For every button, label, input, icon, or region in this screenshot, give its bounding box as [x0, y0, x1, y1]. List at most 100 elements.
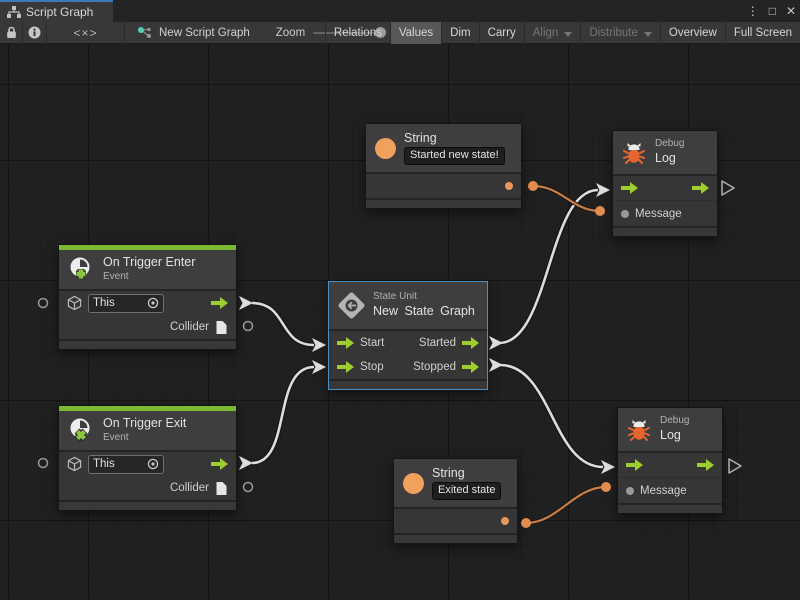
code-view-button[interactable]: <×>	[47, 22, 125, 44]
bug-icon	[622, 141, 646, 165]
flow-input-port[interactable]	[337, 361, 354, 373]
node-body: This Collider	[59, 450, 236, 500]
message-input-port[interactable]	[621, 210, 629, 218]
overview-button[interactable]: Overview	[660, 22, 725, 44]
maximize-icon[interactable]: □	[769, 0, 776, 22]
flow-output-port[interactable]	[697, 459, 714, 471]
gameobject-cube-icon	[67, 295, 82, 311]
node-title: New State Graph	[373, 304, 475, 320]
gameobject-cube-icon	[67, 456, 82, 472]
node-debug-log-bottom[interactable]: Debug Log Message	[617, 407, 723, 514]
fullscreen-label: Full Screen	[734, 27, 792, 39]
target-value: This	[93, 458, 115, 470]
target-object-field[interactable]: This	[88, 455, 164, 474]
node-header: String Exited state	[394, 459, 517, 507]
tab-bar: Script Graph ⋮ □ ✕	[0, 0, 800, 22]
align-label: Align	[533, 27, 559, 39]
port-label: Started	[419, 337, 456, 349]
string-value-field[interactable]: Started new state!	[404, 147, 505, 165]
target-value: This	[93, 297, 115, 309]
flow-input-port[interactable]	[621, 182, 638, 194]
flow-output-port[interactable]	[211, 297, 228, 309]
node-on-trigger-exit[interactable]: On Trigger Exit Event This	[58, 405, 237, 511]
node-subtitle: Event	[103, 432, 186, 445]
fullscreen-button[interactable]: Full Screen	[725, 22, 800, 44]
lock-icon	[6, 26, 17, 39]
node-string-bottom[interactable]: String Exited state	[393, 458, 518, 544]
lock-button[interactable]	[0, 22, 23, 44]
flow-output-port[interactable]	[692, 182, 709, 194]
string-output-port[interactable]	[501, 517, 509, 525]
string-literal-icon	[403, 473, 424, 494]
flow-input-port[interactable]	[337, 337, 354, 349]
hierarchy-icon	[7, 6, 21, 19]
node-footer	[394, 533, 517, 543]
collider-document-icon[interactable]	[215, 481, 228, 496]
info-button[interactable]	[23, 22, 47, 44]
flow-input-port[interactable]	[626, 459, 643, 471]
align-dropdown[interactable]: Align	[524, 22, 581, 44]
relations-label: Relations	[334, 27, 382, 39]
active-tab-indicator	[0, 0, 113, 2]
values-toggle[interactable]: Values	[390, 22, 441, 44]
port-label: Start	[360, 337, 384, 349]
wire-string-to-message-bottom	[526, 487, 606, 523]
tab-title: Script Graph	[26, 5, 93, 19]
node-header: On Trigger Enter Event	[59, 250, 236, 289]
node-debug-log-top[interactable]: Debug Log Message	[612, 130, 718, 237]
string-output-port[interactable]	[505, 182, 513, 190]
node-title: Log	[655, 151, 684, 167]
unconnected-flow-ports[interactable]	[722, 181, 741, 473]
port-label: Message	[635, 208, 682, 220]
relations-toggle[interactable]: Relations	[325, 22, 390, 44]
graph-toolbar: <×> New Script Graph Zoom 1x Relations V…	[0, 22, 800, 44]
string-value-field[interactable]: Exited state	[432, 482, 501, 500]
graph-icon	[137, 26, 153, 40]
node-string-top[interactable]: String Started new state!	[365, 123, 522, 209]
graph-canvas[interactable]: String Started new state!	[0, 44, 800, 600]
node-context: State Unit	[373, 291, 475, 304]
node-header: On Trigger Exit Event	[59, 411, 236, 450]
wire-stopped-to-log	[500, 365, 603, 467]
flow-output-port[interactable]	[462, 361, 479, 373]
node-state-unit[interactable]: State Unit New State Graph Start Started…	[328, 281, 488, 390]
flow-output-port[interactable]	[462, 337, 479, 349]
node-footer	[59, 339, 236, 349]
node-title: On Trigger Enter	[103, 255, 195, 271]
message-input-port[interactable]	[626, 487, 634, 495]
zoom-label: Zoom	[276, 27, 305, 39]
object-picker-icon[interactable]	[147, 458, 159, 470]
node-header: State Unit New State Graph	[329, 282, 487, 329]
node-footer	[618, 503, 722, 513]
node-on-trigger-enter[interactable]: On Trigger Enter Event This	[58, 244, 237, 350]
port-label: Collider	[170, 321, 209, 333]
node-footer	[613, 226, 717, 236]
node-body: Message	[618, 451, 722, 503]
carry-toggle[interactable]: Carry	[479, 22, 524, 44]
tab-script-graph[interactable]: Script Graph	[0, 0, 113, 22]
graph-name: New Script Graph	[159, 27, 250, 39]
node-title: On Trigger Exit	[103, 416, 186, 432]
carry-label: Carry	[488, 27, 516, 39]
port-label: Stop	[360, 361, 384, 373]
node-header: Debug Log	[618, 408, 722, 451]
close-icon[interactable]: ✕	[786, 0, 796, 22]
node-body: Start Started Stop Stopped	[329, 329, 487, 379]
node-footer	[59, 500, 236, 510]
unity-script-graph-window: Script Graph ⋮ □ ✕ <×>	[0, 0, 800, 600]
object-picker-icon[interactable]	[147, 297, 159, 309]
collider-document-icon[interactable]	[215, 320, 228, 335]
bug-icon	[627, 418, 651, 442]
event-enter-icon	[68, 256, 95, 283]
target-object-field[interactable]: This	[88, 294, 164, 313]
value-wire-endpoints	[521, 181, 611, 528]
distribute-dropdown[interactable]: Distribute	[580, 22, 660, 44]
port-label: Message	[640, 485, 687, 497]
chevron-down-icon	[644, 32, 652, 37]
state-unit-icon	[338, 292, 365, 319]
flow-output-port[interactable]	[211, 458, 228, 470]
dim-toggle[interactable]: Dim	[441, 22, 478, 44]
kebab-menu-icon[interactable]: ⋮	[747, 0, 759, 22]
overview-label: Overview	[669, 27, 717, 39]
node-title: String	[404, 131, 505, 147]
